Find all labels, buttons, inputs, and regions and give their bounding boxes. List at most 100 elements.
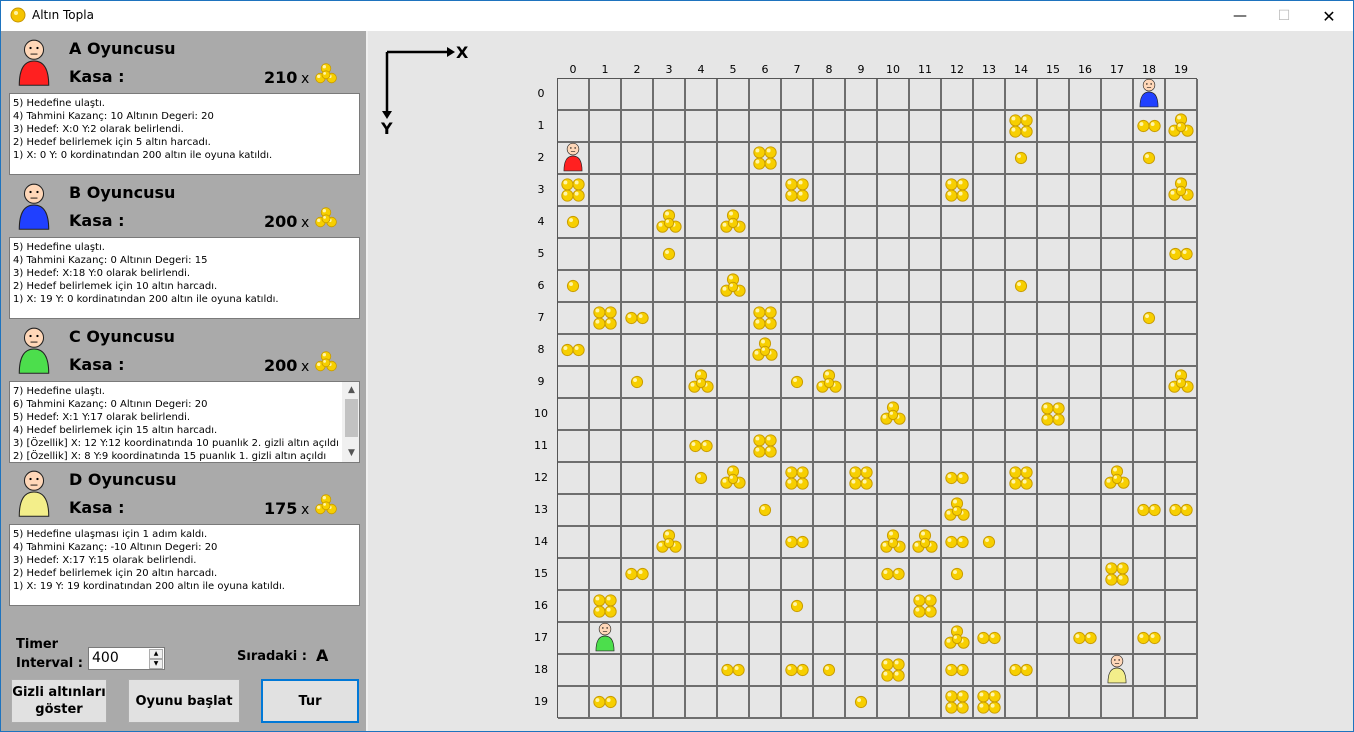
board-cell [1166, 495, 1198, 527]
gold-coin-icon [847, 688, 875, 716]
gold-coin-icon [1135, 624, 1163, 652]
log-line: 2) Hedef belirlemek için 5 altın harcadı… [13, 137, 211, 148]
spin-down-icon[interactable]: ▼ [149, 659, 163, 669]
minimize-button[interactable]: — [1217, 1, 1263, 31]
board-cell [814, 367, 846, 399]
board-cell [1102, 652, 1134, 688]
maximize-button[interactable]: ☐ [1261, 1, 1307, 31]
kasa-label: Kasa : [69, 498, 125, 517]
turn-button[interactable]: Tur [261, 679, 359, 723]
row-number: 19 [534, 695, 548, 708]
gold-coin-icon [655, 528, 683, 556]
player-log[interactable]: 7) Hedefine ulaştı. 6) Tahmini Kazanç: 0 … [9, 381, 360, 463]
board-cell [654, 335, 686, 367]
board-cell [1006, 367, 1038, 399]
board-cell [846, 335, 878, 367]
board-cell [910, 335, 942, 367]
board-cell [974, 335, 1006, 367]
scroll-down-icon[interactable]: ▼ [343, 445, 359, 462]
board-cell [654, 655, 686, 687]
column-number: 13 [982, 63, 996, 76]
board-cell [750, 367, 782, 399]
board-cell [1070, 367, 1102, 399]
board-cell [1134, 111, 1166, 143]
close-button[interactable]: ✕ [1306, 1, 1352, 31]
board-cell [974, 143, 1006, 175]
log-line: 2) [Özellik] X: 8 Y:9 koordinatında 15 p… [13, 451, 327, 462]
next-player-value: A [316, 646, 329, 665]
board-cell [654, 431, 686, 463]
player-name: B Oyuncusu [69, 183, 176, 202]
column-number: 4 [697, 63, 705, 76]
board-cell [1134, 143, 1166, 175]
scroll-thumb[interactable] [345, 399, 358, 437]
board-cell [1102, 687, 1134, 719]
scroll-up-icon[interactable]: ▲ [343, 382, 359, 399]
gold-coin-icon [847, 464, 875, 492]
board-cell [878, 463, 910, 495]
gold-coin-icon [911, 528, 939, 556]
log-line: 1) X: 19 Y: 0 kordinatından 200 altın il… [13, 294, 279, 305]
column-number: 19 [1174, 63, 1188, 76]
gold-coin-icon [815, 368, 843, 396]
board-cell [974, 687, 1006, 719]
row-number: 6 [537, 279, 545, 292]
show-hidden-gold-label-1: Gizli altınları [12, 685, 106, 700]
board-cell [1166, 79, 1198, 111]
board-cell [1038, 207, 1070, 239]
board-cell [558, 623, 590, 655]
board-cell [814, 271, 846, 303]
board-cell [814, 79, 846, 111]
gold-coin-icon [623, 368, 651, 396]
board-cell [846, 239, 878, 271]
board-cell [1166, 303, 1198, 335]
column-number: 9 [857, 63, 865, 76]
gold-coin-icon [943, 560, 971, 588]
board-cell [974, 623, 1006, 655]
board-cell [1006, 623, 1038, 655]
board-cell [846, 111, 878, 143]
gold-coin-icon [879, 400, 907, 428]
board-cell [622, 559, 654, 591]
board-cell [718, 335, 750, 367]
player-log[interactable]: 5) Hedefine ulaştı. 4) Tahmini Kazanç: 10… [9, 93, 360, 175]
board-cell [1070, 687, 1102, 719]
board-cell [814, 303, 846, 335]
board-cell [910, 431, 942, 463]
board-cell [1102, 303, 1134, 335]
next-player-label: Sıradaki : [237, 649, 307, 664]
player-avatar-icon [15, 179, 53, 235]
gold-coin-icon [655, 208, 683, 236]
board-cell [654, 527, 686, 559]
log-line: 3) [Özellik] X: 12 Y:12 koordinatında 10… [13, 438, 339, 449]
board-cell [974, 655, 1006, 687]
board-cell [1102, 559, 1134, 591]
spin-up-icon[interactable]: ▲ [149, 649, 163, 659]
show-hidden-gold-button[interactable]: Gizli altınları göster [11, 679, 107, 723]
gold-coin-icon [783, 656, 811, 684]
board-cell [878, 495, 910, 527]
player-log[interactable]: 5) Hedefine ulaşması için 1 adım kaldı. 4… [9, 524, 360, 606]
board-cell [622, 399, 654, 431]
player-token-icon [1105, 652, 1129, 688]
gold-coin-icon [1103, 464, 1131, 492]
board-cell [1134, 687, 1166, 719]
start-game-button[interactable]: Oyunu başlat [128, 679, 240, 723]
player-log[interactable]: 5) Hedefine ulaştı. 4) Tahmini Kazanç: 0 … [9, 237, 360, 319]
board-cell [718, 463, 750, 495]
log-scrollbar[interactable]: ▲ ▼ [342, 382, 359, 462]
board-cell [1102, 399, 1134, 431]
board-cell [622, 655, 654, 687]
board-cell [686, 527, 718, 559]
board-cell [750, 143, 782, 175]
board-cell [558, 687, 590, 719]
column-number: 0 [569, 63, 577, 76]
board-cell [590, 622, 622, 655]
board-cell [718, 431, 750, 463]
board-cell [1006, 591, 1038, 623]
board-cell [750, 239, 782, 271]
column-number: 15 [1046, 63, 1060, 76]
board-cell [718, 591, 750, 623]
timer-interval-input[interactable]: 400 ▲ ▼ [88, 647, 165, 670]
column-number: 16 [1078, 63, 1092, 76]
